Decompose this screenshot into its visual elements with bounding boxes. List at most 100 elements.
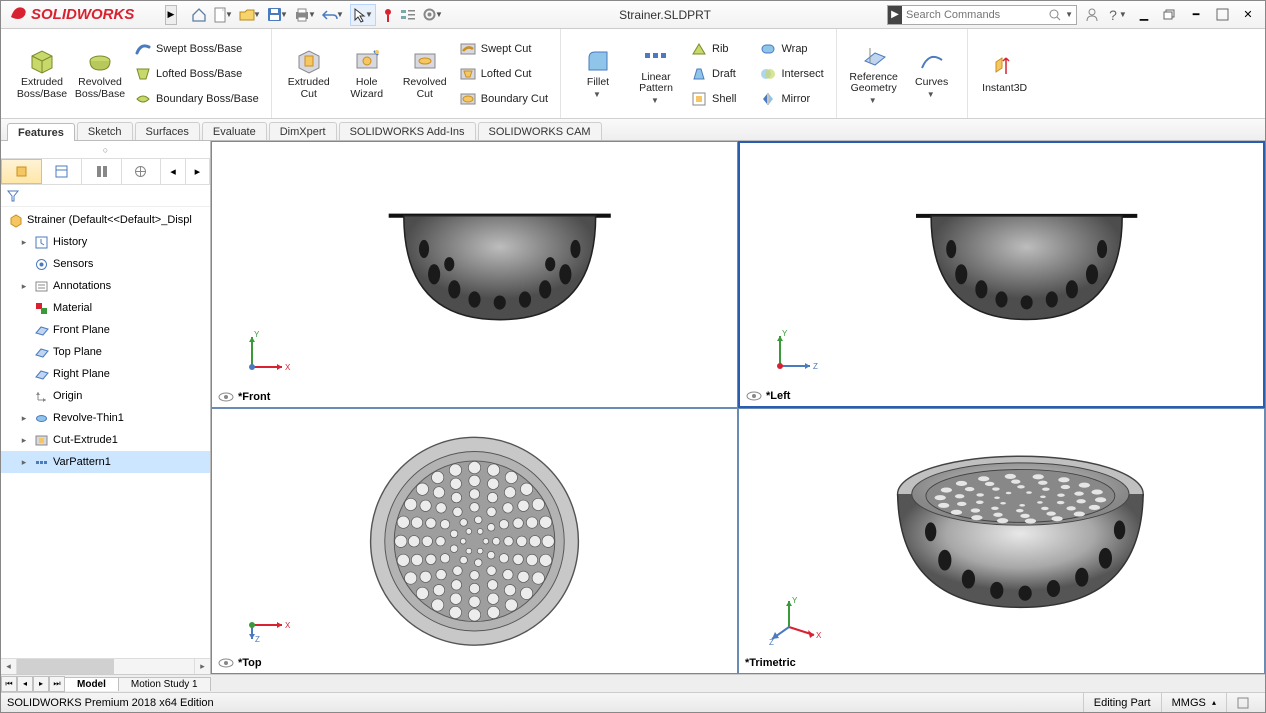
revolved-boss-button[interactable]: Revolved Boss/Base xyxy=(71,43,129,104)
boundary-boss-button[interactable]: Boundary Boss/Base xyxy=(131,88,263,110)
linear-pattern-button[interactable]: Linear Pattern ▼ xyxy=(627,38,685,110)
mirror-icon xyxy=(760,91,776,107)
tab-addins[interactable]: SOLIDWORKS Add-Ins xyxy=(339,122,476,140)
expand-icon[interactable]: ▸ xyxy=(19,237,29,248)
rib-button[interactable]: Rib xyxy=(687,38,740,60)
tree-filter[interactable] xyxy=(1,185,210,207)
user-button[interactable] xyxy=(1081,5,1103,25)
swept-boss-button[interactable]: Swept Boss/Base xyxy=(131,38,263,60)
fillet-button[interactable]: Fillet ▼ xyxy=(569,43,627,103)
motion-study-tab[interactable]: Motion Study 1 xyxy=(118,677,211,691)
intersect-button[interactable]: Intersect xyxy=(756,63,827,85)
annotations-icon xyxy=(33,278,49,294)
lofted-boss-button[interactable]: Lofted Boss/Base xyxy=(131,63,263,85)
expand-icon[interactable]: ▸ xyxy=(19,457,29,468)
boundary-cut-icon xyxy=(460,91,476,107)
select-button[interactable]: ▼ xyxy=(350,4,376,26)
feature-manager-tab[interactable] xyxy=(1,159,42,184)
instant3d-button[interactable]: Instant3D xyxy=(976,49,1034,99)
first-tab-button[interactable]: ⏮ xyxy=(1,676,17,692)
swept-cut-button[interactable]: Swept Cut xyxy=(456,38,552,60)
rebuild-button[interactable] xyxy=(382,4,394,26)
tab-sketch[interactable]: Sketch xyxy=(77,122,133,140)
maximize-button[interactable] xyxy=(1211,5,1233,25)
extruded-boss-button[interactable]: Extruded Boss/Base xyxy=(13,43,71,104)
tree-node-sensors[interactable]: Sensors xyxy=(1,253,210,275)
status-icon[interactable] xyxy=(1226,693,1259,712)
command-search[interactable]: ▶ ▼ xyxy=(887,5,1077,25)
last-tab-button[interactable]: ⏭ xyxy=(49,676,65,692)
draft-button[interactable]: Draft xyxy=(687,63,740,85)
minimize-button[interactable]: ━ xyxy=(1185,5,1207,25)
tab-evaluate[interactable]: Evaluate xyxy=(202,122,267,140)
curves-button[interactable]: Curves ▼ xyxy=(903,43,961,103)
units-text[interactable]: MMGS ▴ xyxy=(1161,693,1226,712)
property-manager-tab[interactable] xyxy=(42,159,82,184)
tree-node-revolve-thin1[interactable]: ▸Revolve-Thin1 xyxy=(1,407,210,429)
model-tab[interactable]: Model xyxy=(64,677,119,691)
search-input[interactable] xyxy=(902,9,1048,21)
tree-node-front-plane[interactable]: Front Plane xyxy=(1,319,210,341)
save-button[interactable]: ▼ xyxy=(267,4,288,26)
display-manager-tab[interactable]: ◂ xyxy=(161,159,185,184)
label: Extruded Boss/Base xyxy=(15,77,69,100)
expand-icon[interactable]: ▸ xyxy=(19,435,29,446)
revolved-cut-button[interactable]: Revolved Cut xyxy=(396,43,454,104)
extruded-cut-button[interactable]: Extruded Cut xyxy=(280,43,338,104)
restore-inner-button[interactable] xyxy=(1159,5,1181,25)
prev-tab-button[interactable]: ◂ xyxy=(17,676,33,692)
wrap-button[interactable]: Wrap xyxy=(756,38,827,60)
tab-features[interactable]: Features xyxy=(7,123,75,141)
svg-text:Z: Z xyxy=(769,638,774,647)
scroll-left-icon[interactable]: ◂ xyxy=(1,659,17,674)
shell-button[interactable]: Shell xyxy=(687,88,740,110)
status-bar: SOLIDWORKS Premium 2018 x64 Edition Edit… xyxy=(1,692,1265,712)
viewport-left[interactable]: ZY *Left xyxy=(738,141,1265,408)
scroll-thumb[interactable] xyxy=(17,659,114,674)
next-tab-button[interactable]: ▸ xyxy=(33,676,49,692)
origin-icon xyxy=(33,388,49,404)
tab-surfaces[interactable]: Surfaces xyxy=(135,122,200,140)
boundary-cut-button[interactable]: Boundary Cut xyxy=(456,88,552,110)
tree-node-material-not-specified-[interactable]: Material xyxy=(1,297,210,319)
expand-icon[interactable]: ▸ xyxy=(19,413,29,424)
tree-node-top-plane[interactable]: Top Plane xyxy=(1,341,210,363)
tab-dimxpert[interactable]: DimXpert xyxy=(269,122,337,140)
lofted-cut-button[interactable]: Lofted Cut xyxy=(456,63,552,85)
tree-node-annotations[interactable]: ▸Annotations xyxy=(1,275,210,297)
panel-tab-handle[interactable]: ○ xyxy=(1,141,210,159)
more-tabs[interactable]: ▸ xyxy=(186,159,210,184)
options-button[interactable] xyxy=(400,4,416,26)
reference-geometry-button[interactable]: Reference Geometry ▼ xyxy=(845,38,903,110)
help-button[interactable]: ?▼ xyxy=(1107,5,1129,25)
mirror-button[interactable]: Mirror xyxy=(756,88,827,110)
settings-button[interactable]: ▼ xyxy=(422,4,443,26)
scroll-right-icon[interactable]: ▸ xyxy=(194,659,210,674)
config-manager-tab[interactable] xyxy=(82,159,122,184)
viewport-trimetric[interactable]: XYZ *Trimetric xyxy=(738,408,1265,675)
expand-icon[interactable]: ▸ xyxy=(19,281,29,292)
undo-button[interactable]: ▼ xyxy=(322,4,344,26)
home-button[interactable] xyxy=(191,4,207,26)
logo-dropdown[interactable]: ▶ xyxy=(165,5,177,25)
tree-node-varpattern1[interactable]: ▸VarPattern1 xyxy=(1,451,210,473)
view-label-top: *Top xyxy=(218,657,262,669)
dimxpert-manager-tab[interactable] xyxy=(122,159,162,184)
tree-node-history[interactable]: ▸History xyxy=(1,231,210,253)
close-button[interactable]: ✕ xyxy=(1237,5,1259,25)
viewport-top[interactable]: XZ *Top xyxy=(211,408,738,675)
hole-wizard-button[interactable]: Hole Wizard xyxy=(338,43,396,104)
panel-h-scrollbar[interactable]: ◂ ▸ xyxy=(1,658,210,674)
tree-node-right-plane[interactable]: Right Plane xyxy=(1,363,210,385)
print-button[interactable]: ▼ xyxy=(294,4,316,26)
new-button[interactable]: ▼ xyxy=(213,4,233,26)
tree-root[interactable]: Strainer (Default<<Default>_Displ xyxy=(1,209,210,231)
viewport-front[interactable]: XY *Front xyxy=(211,141,738,408)
tree-node-origin[interactable]: Origin xyxy=(1,385,210,407)
tree-node-cut-extrude1[interactable]: ▸Cut-Extrude1 xyxy=(1,429,210,451)
open-button[interactable]: ▼ xyxy=(239,4,261,26)
search-run-icon[interactable]: ▶ xyxy=(888,6,902,24)
tab-cam[interactable]: SOLIDWORKS CAM xyxy=(478,122,602,140)
minimize-inner-button[interactable]: ▁ xyxy=(1133,5,1155,25)
search-icon[interactable] xyxy=(1048,9,1062,21)
